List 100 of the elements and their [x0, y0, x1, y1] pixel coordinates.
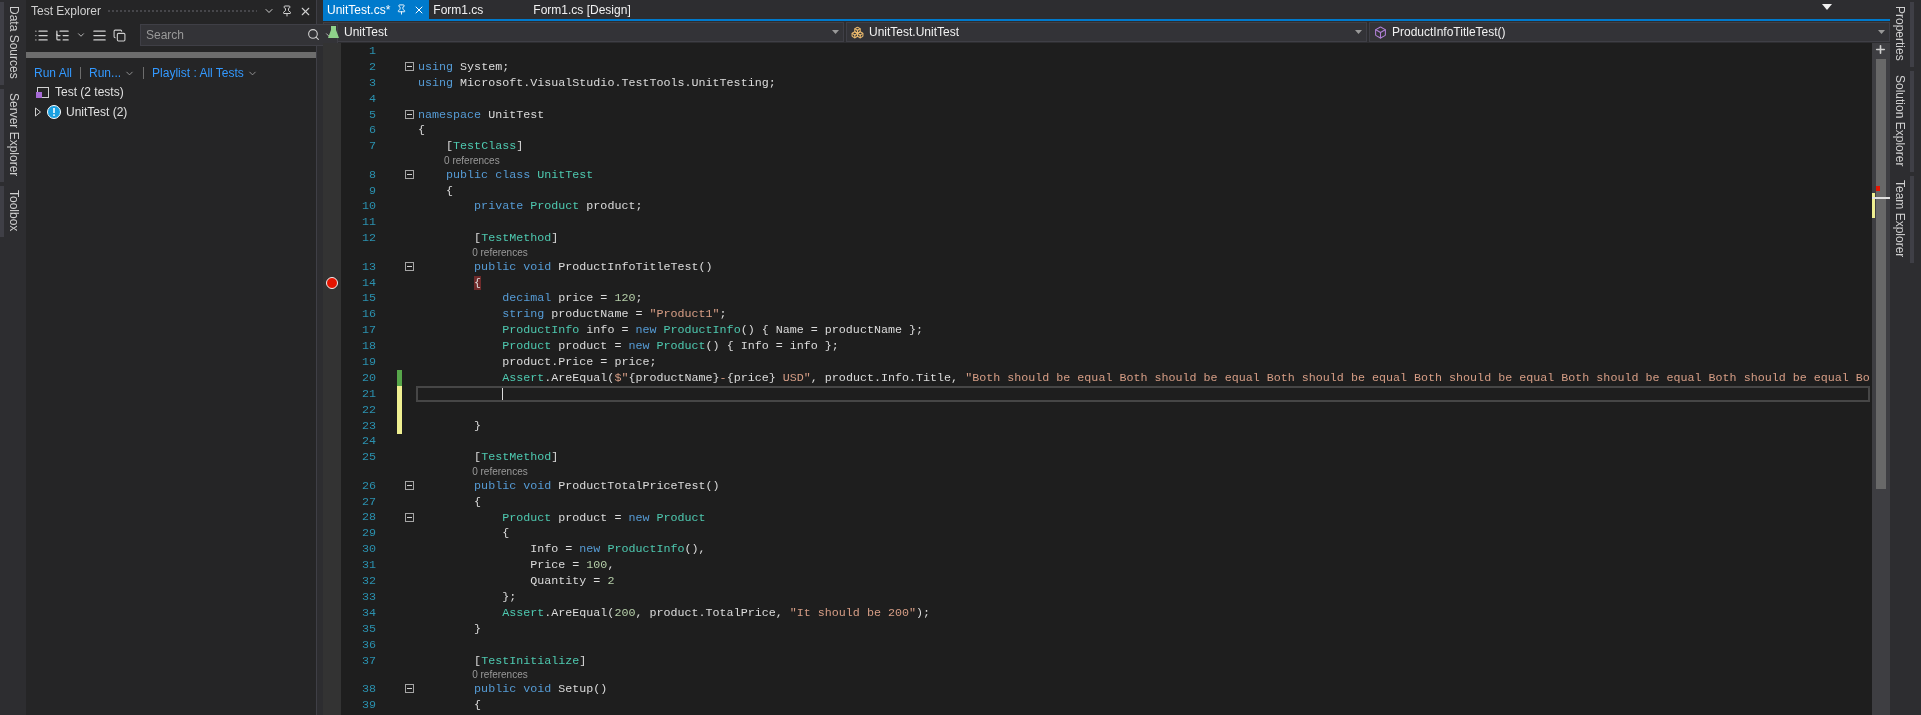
references-hint[interactable]: 0 references	[444, 155, 500, 166]
code-line: Product product = new Product	[501, 509, 706, 526]
text-caret	[502, 387, 504, 400]
navigation-dropdown[interactable]: UnitTest.UnitTest	[846, 22, 1367, 42]
command-link[interactable]: Run All	[34, 66, 73, 80]
document-tab[interactable]: Form1.cs [Design]	[529, 0, 635, 19]
line-number: 1	[368, 43, 376, 58]
navigation-dropdown[interactable]: UnitTest	[323, 22, 844, 42]
rows-icon[interactable]	[92, 27, 107, 43]
code-line: [TestInitialize]	[473, 652, 587, 669]
code-line: };	[501, 588, 517, 605]
line-number: 37	[360, 653, 376, 668]
code-line: public void Setup()	[473, 680, 608, 697]
dock-tab[interactable]: Team Explorer	[1890, 176, 1914, 264]
code-line: namespace UnitTest	[418, 106, 545, 123]
copy-icon[interactable]	[113, 28, 126, 42]
line-number: 36	[360, 637, 376, 652]
scroll-thumb[interactable]	[1876, 59, 1886, 489]
line-number: 25	[360, 450, 376, 465]
list-icon[interactable]	[34, 27, 49, 43]
line-number: 23	[360, 418, 376, 433]
line-number: 4	[368, 91, 376, 106]
code-line: [TestMethod]	[473, 449, 559, 466]
line-number: 15	[360, 291, 376, 306]
collapse-icon[interactable]	[405, 110, 414, 119]
tree-item[interactable]: UnitTest (2)	[26, 102, 316, 122]
class-icon	[851, 25, 864, 39]
collapse-icon[interactable]	[405, 684, 414, 694]
document-tab[interactable]: UnitTest.cs*	[323, 0, 430, 19]
breakpoint-icon[interactable]	[326, 276, 338, 289]
code-line: }	[473, 620, 482, 637]
pin-icon[interactable]	[281, 5, 293, 17]
line-number: 26	[360, 478, 376, 493]
scrollbar[interactable]	[1872, 43, 1890, 715]
code-line: private Product product;	[473, 198, 643, 215]
tree-list-icon[interactable]	[55, 27, 70, 43]
line-number: 8	[368, 167, 376, 182]
navigation-dropdown[interactable]: ProductInfoTitleTest()	[1369, 22, 1890, 42]
info-icon	[47, 105, 61, 119]
line-number: 13	[360, 259, 376, 274]
code-line: {	[473, 696, 482, 713]
line-number: 21	[360, 386, 376, 401]
line-number: 27	[360, 494, 376, 509]
line-number: 17	[360, 323, 376, 338]
collapse-icon[interactable]	[405, 262, 414, 272]
references-hint[interactable]: 0 references	[472, 246, 528, 258]
line-number: 39	[360, 697, 376, 712]
project-label: Test (2 tests)	[55, 85, 124, 99]
references-hint[interactable]: 0 references	[472, 466, 528, 477]
breakpoint-mark	[1876, 186, 1880, 191]
line-number: 30	[360, 542, 376, 557]
line-number: 14	[360, 275, 376, 290]
collapse-icon[interactable]	[405, 481, 414, 491]
line-number: 9	[368, 183, 376, 198]
dock-tab[interactable]: Properties	[1890, 2, 1914, 67]
code-line: using Microsoft.VisualStudio.TestTools.UnitTesting;	[418, 74, 776, 91]
code-line: [TestMethod]	[473, 230, 559, 247]
line-number: 32	[360, 574, 376, 589]
line-number: 11	[360, 215, 376, 230]
code-line: using System;	[418, 58, 510, 75]
code-line: decimal price = 120;	[501, 290, 643, 307]
split-icon[interactable]	[1874, 43, 1887, 56]
search-icon[interactable]	[307, 28, 320, 41]
line-number: 24	[360, 434, 376, 449]
code-line: [TestClass]	[445, 138, 524, 155]
collapse-icon[interactable]	[405, 170, 414, 180]
line-number: 18	[360, 339, 376, 354]
change-mark	[1872, 193, 1875, 218]
line-number: 12	[360, 231, 376, 246]
expand-icon[interactable]	[34, 107, 42, 117]
code-line: Price = 100,	[529, 557, 615, 574]
code-line: {	[418, 122, 425, 139]
line-number: 35	[360, 621, 376, 636]
dropdown-icon[interactable]	[1822, 4, 1832, 10]
collapse-icon[interactable]	[405, 513, 414, 522]
command-link[interactable]: Playlist : All Tests	[152, 66, 258, 80]
code-line: Assert.AreEqual($"{productName}-{price} USD", product.Info.Title, "Both should be equal Both should be equal Both should be equal Both should be equal Both should be equal Both should be equal Bo	[501, 369, 1870, 386]
code-line: Quantity = 2	[529, 573, 615, 590]
line-number: 31	[360, 558, 376, 573]
flask-icon	[328, 26, 339, 38]
line-number: 29	[360, 526, 376, 541]
code-line: {	[445, 182, 454, 199]
project-icon	[36, 85, 50, 99]
code-line: public void ProductTotalPriceTest()	[473, 477, 720, 494]
dock-tab[interactable]: Solution Explorer	[1890, 70, 1914, 173]
command-link[interactable]: Run...	[89, 66, 136, 80]
code-line: ProductInfo info = new ProductInfo() { Name = productName };	[501, 322, 923, 339]
cube-icon	[1374, 25, 1387, 39]
caret-mark	[1872, 197, 1890, 199]
line-number: 16	[360, 307, 376, 322]
code-line: Product product = new Product() { Info = info };	[501, 338, 839, 355]
line-number: 2	[368, 59, 376, 74]
code-line: {	[473, 493, 482, 510]
document-tab[interactable]: Form1.cs	[429, 0, 530, 19]
line-number: 3	[368, 75, 376, 90]
search-field[interactable]: Search	[140, 24, 338, 46]
code-line: string productName = "Product1";	[501, 306, 727, 323]
collapse-icon[interactable]	[405, 62, 414, 72]
code-line: }	[473, 417, 482, 434]
references-hint[interactable]: 0 references	[472, 669, 528, 681]
